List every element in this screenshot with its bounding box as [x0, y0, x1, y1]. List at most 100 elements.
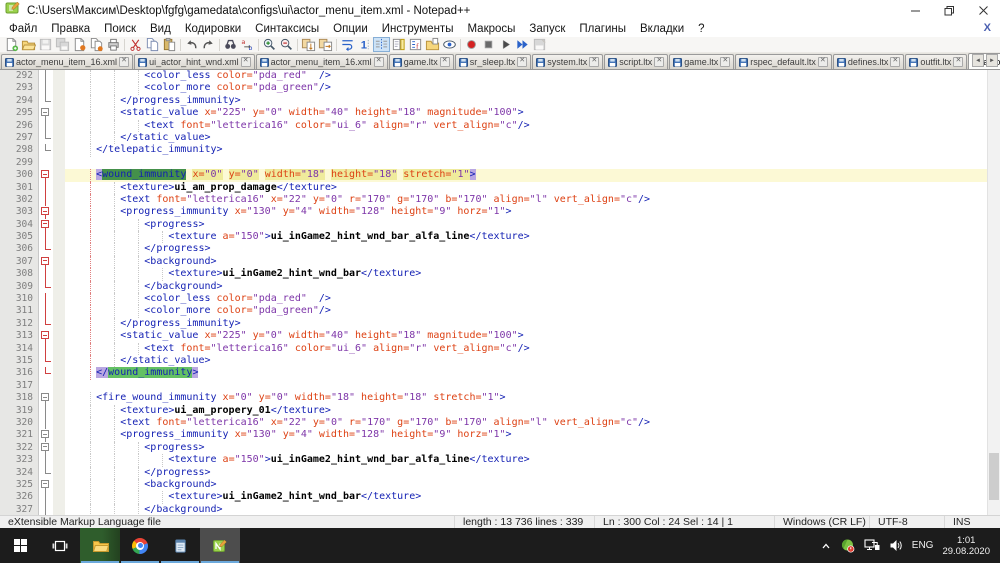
cut-icon[interactable] [127, 37, 144, 52]
bookmark-margin[interactable] [53, 305, 65, 318]
code-text[interactable]: <background> [65, 478, 1000, 492]
code-line-323[interactable]: 323 <texture a="150">ui_inGame2_hint_wnd… [0, 454, 1000, 467]
code-line-319[interactable]: 319 <texture>ui_am_propery_01</texture> [0, 404, 1000, 417]
new-file-icon[interactable] [3, 37, 20, 52]
tab-game.ltx[interactable]: game.ltx ✕ [388, 54, 454, 69]
code-line-321[interactable]: 321 <progress_immunity x="130" y="4" wid… [0, 429, 1000, 442]
save-all-icon[interactable] [54, 37, 71, 52]
bookmark-margin[interactable] [53, 119, 65, 132]
bookmark-margin[interactable] [53, 82, 65, 95]
fold-collapse-icon[interactable] [41, 108, 49, 117]
macro-run-multiple-icon[interactable] [514, 37, 531, 52]
tab-defines.ltx[interactable]: defines.ltx ✕ [832, 54, 905, 69]
code-text[interactable] [65, 380, 1000, 392]
code-text[interactable]: </telepatic_immunity> [65, 144, 1000, 157]
bookmark-margin[interactable] [53, 231, 65, 244]
code-line-327[interactable]: 327 </background> [0, 503, 1000, 515]
bookmark-margin[interactable] [53, 218, 65, 232]
bookmark-margin[interactable] [53, 293, 65, 306]
code-text[interactable]: <text font="letterica16" color="ui_6" al… [65, 342, 1000, 355]
code-text[interactable]: </progress_immunity> [65, 94, 1000, 108]
menu-item-Синтаксисы[interactable]: Синтаксисы [248, 23, 326, 35]
code-text[interactable]: <color_more color="pda_green"/> [65, 305, 1000, 318]
code-text[interactable]: <progress_immunity x="130" y="4" width="… [65, 429, 1000, 442]
code-line-315[interactable]: 315 </static_value> [0, 354, 1000, 368]
copy-icon[interactable] [144, 37, 161, 52]
bookmark-margin[interactable] [53, 243, 65, 256]
macro-stop-icon[interactable] [480, 37, 497, 52]
network-icon[interactable] [864, 539, 880, 552]
language-indicator[interactable]: ENG [912, 540, 934, 551]
code-text[interactable]: </background> [65, 280, 1000, 294]
code-line-313[interactable]: 313 <static_value x="225" y="0" width="4… [0, 330, 1000, 343]
bookmark-margin[interactable] [53, 268, 65, 281]
code-text[interactable]: <color_less color="pda_red" /> [65, 293, 1000, 306]
scrollbar-thumb[interactable] [989, 453, 999, 500]
editor[interactable]: 292 <color_less color="pda_red" /> 293 <c… [0, 70, 1000, 515]
code-text[interactable]: <fire_wound_immunity x="0" y="0" width="… [65, 392, 1000, 405]
close-all-icon[interactable] [88, 37, 105, 52]
code-text[interactable]: </progress> [65, 243, 1000, 256]
bookmark-margin[interactable] [53, 478, 65, 492]
tab-close-icon[interactable]: ✕ [439, 57, 450, 67]
code-line-293[interactable]: 293 <color_more color="pda_green"/> [0, 82, 1000, 95]
code-line-305[interactable]: 305 <texture a="150">ui_inGame2_hint_wnd… [0, 231, 1000, 244]
bookmark-margin[interactable] [53, 416, 65, 430]
menu-item-Опции[interactable]: Опции [326, 23, 375, 35]
code-line-303[interactable]: 303 <progress_immunity x="130" y="4" wid… [0, 206, 1000, 219]
taskbar-start-button[interactable] [0, 528, 40, 563]
code-line-312[interactable]: 312 </progress_immunity> [0, 317, 1000, 331]
code-line-317[interactable]: 317 [0, 379, 1000, 393]
status-eol-format[interactable]: Windows (CR LF) [775, 516, 870, 528]
tab-game.ltx[interactable]: game.ltx ✕ [669, 54, 735, 69]
tab-close-icon[interactable]: ✕ [119, 57, 130, 67]
bookmark-margin[interactable] [53, 330, 65, 343]
taskbar-chrome-button[interactable] [120, 528, 160, 563]
menu-item-Поиск[interactable]: Поиск [97, 23, 143, 35]
code-text[interactable]: </wound_immunity> [65, 367, 1000, 380]
tab-system.ltx[interactable]: system.ltx ✕ [532, 54, 604, 69]
bookmark-margin[interactable] [53, 491, 65, 504]
menu-item-Макросы[interactable]: Макросы [460, 23, 522, 35]
code-line-309[interactable]: 309 </background> [0, 280, 1000, 294]
bookmark-margin[interactable] [53, 280, 65, 294]
volume-icon[interactable] [889, 539, 903, 552]
bookmark-margin[interactable] [53, 107, 65, 120]
code-line-298[interactable]: 298 </telepatic_immunity> [0, 144, 1000, 157]
code-text[interactable]: <texture>ui_am_propery_01</texture> [65, 404, 1000, 417]
zoom-in-icon[interactable] [261, 37, 278, 52]
code-text[interactable]: <texture>ui_inGame2_hint_wnd_bar</textur… [65, 268, 1000, 281]
bookmark-margin[interactable] [53, 206, 65, 219]
bookmark-margin[interactable] [53, 181, 65, 194]
menu-item-Кодировки[interactable]: Кодировки [178, 23, 248, 35]
code-text[interactable]: </progress_immunity> [65, 317, 1000, 331]
code-line-314[interactable]: 314 <text font="letterica16" color="ui_6… [0, 342, 1000, 355]
code-text[interactable]: <background> [65, 255, 1000, 269]
tab-ui_actor_hint_wnd.xml[interactable]: ui_actor_hint_wnd.xml ✕ [134, 54, 255, 69]
tab-close-icon[interactable]: ✕ [654, 57, 665, 67]
code-text[interactable]: <text font="letterica16" color="ui_6" al… [65, 119, 1000, 132]
menu-item-Вкладки[interactable]: Вкладки [633, 23, 691, 35]
code-text[interactable]: <text font="letterica16" x="22" y="0" r=… [65, 416, 1000, 430]
bookmark-margin[interactable] [53, 70, 65, 83]
code-text[interactable]: </background> [65, 503, 1000, 515]
open-file-icon[interactable] [20, 37, 37, 52]
code-line-320[interactable]: 320 <text font="letterica16" x="22" y="0… [0, 416, 1000, 430]
restore-button[interactable] [932, 0, 966, 21]
clock[interactable]: 1:01 29.08.2020 [942, 535, 990, 557]
tab-close-icon[interactable]: ✕ [589, 57, 600, 67]
bookmark-margin[interactable] [53, 379, 65, 393]
code-line-301[interactable]: 301 <texture>ui_am_prop_damage</texture> [0, 181, 1000, 194]
redo-icon[interactable] [200, 37, 217, 52]
code-text[interactable]: <texture>ui_am_prop_damage</texture> [65, 181, 1000, 194]
code-text[interactable]: <progress> [65, 218, 1000, 232]
code-text[interactable]: <texture a="150">ui_inGame2_hint_wnd_bar… [65, 454, 1000, 467]
menu-item-Файл[interactable]: Файл [2, 23, 44, 35]
bookmark-margin[interactable] [53, 255, 65, 269]
code-text[interactable]: </static_value> [65, 131, 1000, 145]
bookmark-margin[interactable] [53, 94, 65, 108]
bookmark-margin[interactable] [53, 317, 65, 331]
bookmark-margin[interactable] [53, 503, 65, 515]
find-icon[interactable] [222, 37, 239, 52]
minimize-button[interactable] [898, 0, 932, 21]
